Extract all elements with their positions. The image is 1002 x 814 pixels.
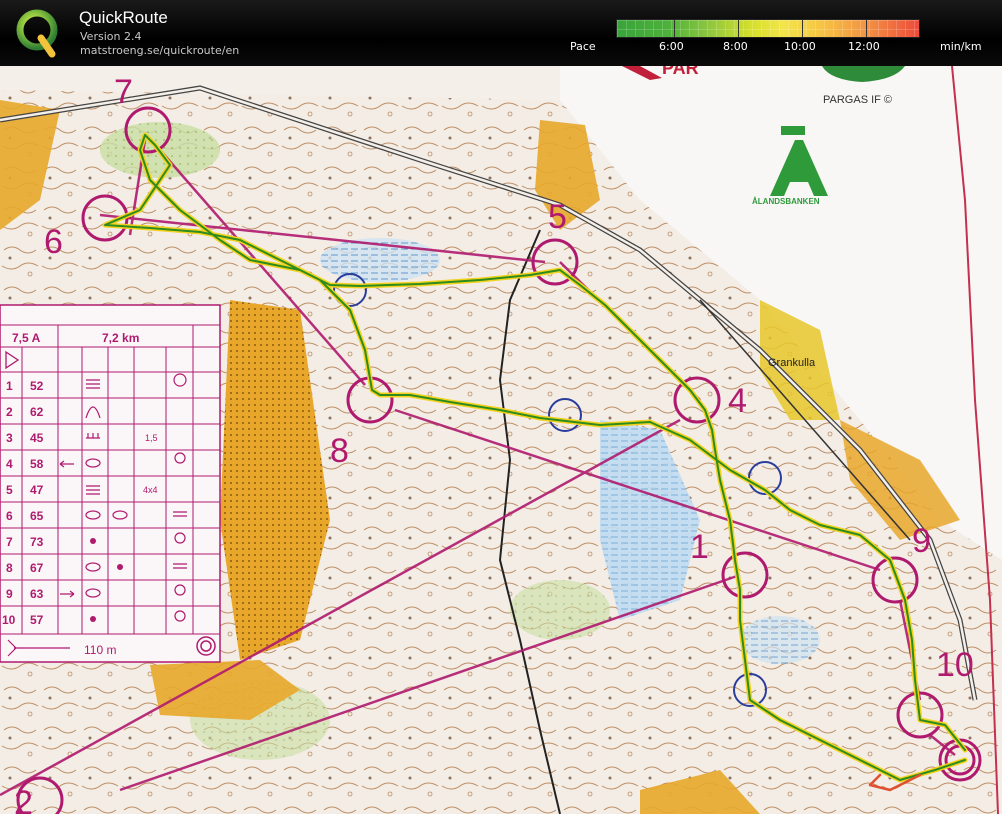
legend-row-code: 65 [30,509,44,523]
symbol-icon [117,564,123,570]
control-number: 2 [14,784,33,814]
app-url-link[interactable]: matstroeng.se/quickroute/en [80,44,239,57]
legend-row-extra: 4x4 [143,485,158,495]
legend-row-num: 7 [6,535,13,549]
brand-text: ÅLANDSBANKEN [752,197,820,206]
map-canvas[interactable]: 1 4 5 6 7 8 9 10 2 PAR PARGAS IF © ÅLAND… [0,66,1002,814]
orienteering-map[interactable]: 1 4 5 6 7 8 9 10 2 PAR PARGAS IF © ÅLAND… [0,66,1002,814]
legend-row-extra: 1,5 [145,433,158,443]
symbol-icon [90,616,96,622]
legend-row-code: 63 [30,587,44,601]
pace-tick-label: 6:00 [659,40,684,53]
legend-row-num: 8 [6,561,13,575]
symbol-icon [90,538,96,544]
legend-row-code: 52 [30,379,44,393]
svg-text:PAR: PAR [662,66,699,78]
pace-tick-label: 10:00 [784,40,816,53]
pace-tick-label: 8:00 [723,40,748,53]
legend-row-num: 6 [6,509,13,523]
legend-row-code: 73 [30,535,44,549]
legend-distance: 7,2 km [102,331,139,345]
pace-tick-label: 12:00 [848,40,880,53]
control-description-sheet: 7,5 A 7,2 km 1 52 2 62 3 45 4 58 5 47 6 … [0,304,221,663]
legend-row-code: 62 [30,405,44,419]
legend-row-num: 10 [2,613,16,627]
legend-row-code: 45 [30,431,44,445]
app-header: QuickRoute Version 2.4 matstroeng.se/qui… [0,0,1002,66]
symbol-icon [86,433,100,439]
control-number: 8 [330,432,349,470]
pace-color-scale [616,19,920,38]
legend-row-num: 9 [6,587,13,601]
control-number: 5 [548,198,567,236]
legend-row-num: 5 [6,483,13,497]
place-name: Grankulla [768,357,816,369]
legend-row-num: 4 [6,457,13,471]
control-number: 4 [728,382,747,420]
control-number: 10 [936,646,974,684]
app-title: QuickRoute [79,8,168,27]
legend-row-num: 3 [6,431,13,445]
legend-finish: 110 m [84,643,116,657]
legend-row-code: 57 [30,613,44,627]
control-number: 6 [44,223,63,261]
legend-row-code: 67 [30,561,44,575]
quickroute-logo-icon [16,9,58,58]
legend-row-code: 47 [30,483,44,497]
control-number: 1 [690,528,709,566]
pace-unit: min/km [940,40,982,53]
legend-class: 7,5 A [12,331,41,345]
legend-row-num: 2 [6,405,13,419]
club-text: PARGAS IF © [823,94,892,106]
app-version: Version 2.4 [80,30,142,43]
legend-row-num: 1 [6,379,13,393]
control-number: 7 [114,73,133,111]
quickroute-window: QuickRoute Version 2.4 matstroeng.se/qui… [0,0,1002,814]
pace-label: Pace [570,40,596,53]
control-number: 9 [912,522,931,560]
legend-row-code: 58 [30,457,44,471]
